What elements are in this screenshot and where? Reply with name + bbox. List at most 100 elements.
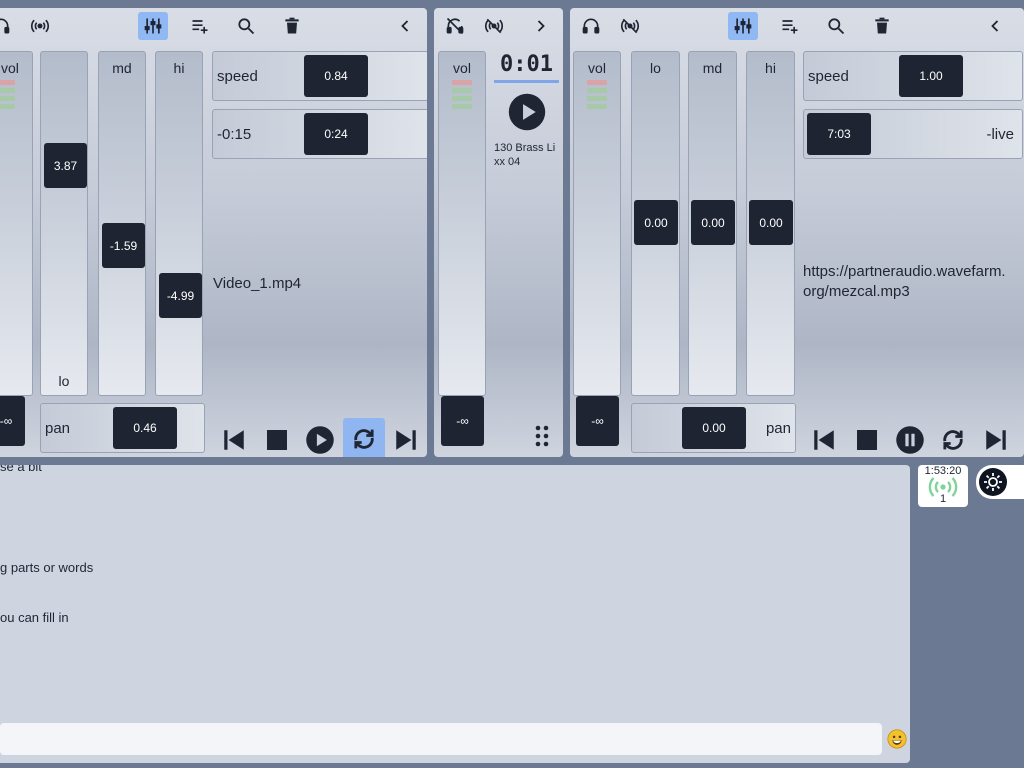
remaining-time: -0:15 [217, 126, 252, 143]
search-icon[interactable] [821, 12, 851, 40]
loop-icon[interactable] [343, 418, 385, 457]
vol-strip[interactable]: vol -∞ [573, 51, 621, 446]
vol-label: vol [453, 60, 471, 76]
remaining-time: -live [986, 126, 1014, 143]
md-label: md [702, 60, 723, 76]
loop-icon[interactable] [933, 420, 973, 457]
skip-back-icon[interactable] [214, 420, 254, 457]
level-meter [0, 88, 15, 93]
vol-strip[interactable]: vol -∞ [0, 51, 33, 446]
vol-label: vol [588, 60, 606, 76]
chevron-left-icon[interactable] [980, 12, 1010, 40]
md-strip[interactable]: md 0.00 [688, 51, 737, 396]
broadcast-icon[interactable] [25, 12, 55, 40]
mixer-icon[interactable] [728, 12, 758, 40]
elapsed-time: 0:01 [500, 52, 553, 77]
hi-knob[interactable]: 0.00 [749, 200, 793, 245]
chevron-right-icon[interactable] [526, 12, 556, 40]
pan-label: pan [45, 420, 71, 437]
add-to-playlist-icon[interactable] [775, 12, 805, 40]
stream-status[interactable]: 1:53:20 1 [918, 465, 968, 507]
hi-knob[interactable]: -4.99 [159, 273, 202, 318]
level-meter [587, 80, 607, 85]
chat-message: ou can fill in [0, 610, 69, 625]
play-icon[interactable] [508, 93, 546, 131]
pause-icon[interactable] [890, 420, 930, 457]
deck-mid-toolbar [434, 8, 563, 44]
lo-strip[interactable]: lo 0.00 [631, 51, 680, 396]
speed-knob[interactable]: 1.00 [899, 55, 963, 97]
level-meter [587, 88, 607, 93]
chevron-left-icon[interactable] [390, 12, 420, 40]
level-meter [452, 80, 472, 85]
stop-icon[interactable] [257, 420, 297, 457]
speed-slider[interactable]: speed 1.00 [803, 51, 1023, 101]
skip-forward-icon[interactable] [976, 420, 1016, 457]
level-meter [587, 96, 607, 101]
position-knob[interactable]: 7:03 [807, 113, 871, 155]
lo-knob[interactable]: 3.87 [44, 143, 87, 188]
deck-right: vol -∞ lo 0.00 md 0.00 hi 0.00 speed 1.0… [570, 8, 1024, 457]
md-label: md [112, 60, 132, 76]
pan-slider[interactable]: pan 0.46 [40, 403, 205, 453]
chat-input[interactable] [0, 723, 882, 755]
hi-strip[interactable]: hi -4.99 [155, 51, 203, 396]
pan-knob[interactable]: 0.46 [113, 407, 177, 449]
hi-label: hi [173, 60, 185, 76]
track-name: Video_1.mp4 [213, 275, 302, 292]
trash-icon[interactable] [867, 12, 897, 40]
add-to-playlist-icon[interactable] [185, 12, 215, 40]
speed-slider[interactable]: speed 0.84 [212, 51, 427, 101]
headphones-icon[interactable] [0, 12, 16, 40]
stop-icon[interactable] [847, 420, 887, 457]
level-meter [0, 96, 15, 101]
deck-left-toolbar [0, 8, 427, 44]
md-strip[interactable]: md -1.59 [98, 51, 146, 396]
speed-knob[interactable]: 0.84 [304, 55, 368, 97]
track-name: 130 Brass Li xx 04 [494, 141, 555, 169]
chat-message: se a bit [0, 465, 42, 474]
vol-knob[interactable]: -∞ [576, 396, 619, 446]
chat-message: g parts or words [0, 560, 94, 575]
speed-label: speed [217, 68, 258, 85]
progress-bar[interactable] [494, 80, 559, 83]
theme-toggle[interactable] [976, 465, 1024, 499]
lo-label: lo [58, 373, 70, 389]
md-knob[interactable]: 0.00 [691, 200, 735, 245]
headphones-icon[interactable] [576, 12, 606, 40]
search-icon[interactable] [231, 12, 261, 40]
sun-icon [979, 468, 1007, 496]
track-name: https://partneraudio.wavefarm. org/mezca… [803, 262, 1023, 302]
play-icon[interactable] [300, 420, 340, 457]
chat-panel: se a bit g parts or words ou can fill in [0, 465, 910, 763]
trash-icon[interactable] [277, 12, 307, 40]
vol-label: vol [1, 60, 19, 76]
emoji-icon[interactable] [887, 729, 907, 749]
skip-forward-icon[interactable] [386, 420, 426, 457]
position-knob[interactable]: 0:24 [304, 113, 368, 155]
mixer-icon[interactable] [138, 12, 168, 40]
level-meter [452, 88, 472, 93]
vol-knob[interactable]: -∞ [441, 396, 484, 446]
deck-left: vol -∞ 3.87 lo md -1.59 hi -4.99 speed 0… [0, 8, 427, 457]
position-slider[interactable]: 7:03 -live [803, 109, 1023, 159]
broadcast-off-icon[interactable] [615, 12, 645, 40]
deck-mid: vol -∞ 0:01 130 Brass Li xx 04 [434, 8, 563, 457]
headphones-off-icon[interactable] [440, 12, 470, 40]
level-meter [0, 80, 15, 85]
track-name-line: https://partneraudio.wavefarm. [803, 263, 1006, 280]
vol-strip[interactable]: vol -∞ [438, 51, 486, 446]
lo-knob[interactable]: 0.00 [634, 200, 678, 245]
lo-strip[interactable]: 3.87 lo [40, 51, 88, 396]
track-name-line: 130 Brass Li [494, 142, 556, 154]
skip-back-icon[interactable] [804, 420, 844, 457]
hi-strip[interactable]: hi 0.00 [746, 51, 795, 396]
drag-handle-icon[interactable] [534, 425, 550, 447]
pan-slider[interactable]: 0.00 pan [631, 403, 796, 453]
pan-knob[interactable]: 0.00 [682, 407, 746, 449]
broadcast-off-icon[interactable] [479, 12, 509, 40]
vol-knob[interactable]: -∞ [0, 396, 25, 446]
position-slider[interactable]: -0:15 0:24 [212, 109, 427, 159]
md-knob[interactable]: -1.59 [102, 223, 145, 268]
level-meter [587, 104, 607, 109]
